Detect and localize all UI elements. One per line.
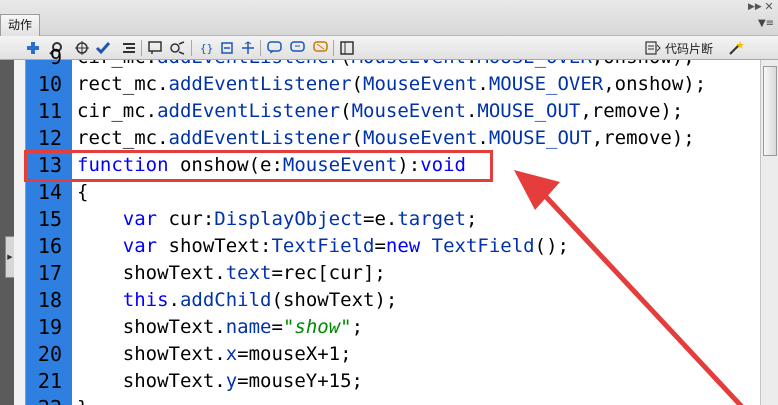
code-line[interactable]: rect_mc.addEventListener(MouseEvent.MOUS… (77, 71, 706, 98)
actions-toolbar: {} 代码片断 (0, 36, 778, 60)
magic-wand-icon[interactable] (727, 39, 745, 57)
panel-title-bar: 动作 ▶▶ ✕ ▼≡ (0, 0, 778, 36)
code-line[interactable]: cir_mc.addEventListener(MouseEvent.MOUSE… (77, 60, 695, 71)
scrollbar-thumb[interactable] (763, 66, 777, 156)
debug-options-icon[interactable] (168, 39, 186, 57)
code-line[interactable]: rect_mc.addEventListener(MouseEvent.MOUS… (77, 125, 695, 152)
apply-block-comment-icon[interactable] (266, 39, 284, 57)
line-number: 15 (37, 207, 62, 231)
line-number: 10 (37, 72, 62, 96)
code-line[interactable]: showText.text=rec[cur]; (77, 260, 386, 287)
collapse-selection-icon[interactable] (218, 39, 236, 57)
line-number: 9 (49, 45, 62, 69)
line-number: 17 (37, 261, 62, 285)
code-line[interactable]: var showText:TextField=new TextField(); (77, 233, 569, 260)
toggle-toolbox-icon[interactable] (338, 39, 356, 57)
code-line[interactable]: } (77, 395, 88, 405)
code-line[interactable]: showText.name="show"; (77, 314, 363, 341)
line-number: 22 (26, 395, 62, 405)
code-line[interactable]: showText.x=mouseX+1; (77, 341, 352, 368)
double-chevron-right-icon[interactable]: ▶▶ (748, 1, 762, 13)
line-number: 18 (37, 288, 62, 312)
toolbox-divider (14, 60, 26, 405)
check-syntax-icon[interactable] (94, 39, 112, 57)
annotation-highlight-box (24, 150, 493, 182)
line-number: 16 (37, 234, 62, 258)
collapse-between-braces-icon[interactable]: {} (197, 39, 215, 57)
code-line[interactable]: var cur:DisplayObject=e.target; (77, 206, 478, 233)
line-number: 12 (37, 126, 62, 150)
svg-text:{}: {} (200, 42, 213, 55)
code-line[interactable]: { (77, 179, 88, 206)
show-code-hint-icon[interactable] (146, 39, 164, 57)
script-editor[interactable]: cir_mc.addEventListener(MouseEvent.MOUSE… (72, 60, 760, 405)
auto-format-icon[interactable] (120, 39, 138, 57)
code-snippets-icon (645, 41, 661, 55)
code-line[interactable]: this.addChild(showText); (77, 287, 398, 314)
panel-menu-icon[interactable]: ▼≡ (756, 17, 776, 31)
apply-line-comment-icon[interactable] (289, 39, 307, 57)
insert-target-path-icon[interactable] (73, 39, 91, 57)
remove-comment-icon[interactable] (312, 39, 330, 57)
panel-left-edge (0, 60, 14, 405)
line-number: 14 (37, 180, 62, 204)
code-line[interactable]: showText.y=mouseY+15; (77, 368, 363, 395)
expand-all-icon[interactable] (239, 39, 257, 57)
code-snippets-button[interactable]: 代码片断 (645, 39, 719, 57)
line-number: 21 (37, 369, 62, 393)
line-number: 20 (37, 342, 62, 366)
vertical-scrollbar[interactable] (760, 60, 778, 405)
close-icon[interactable]: ✕ (763, 1, 775, 13)
tab-actions[interactable]: 动作 (0, 14, 40, 36)
code-snippets-label: 代码片断 (665, 41, 714, 56)
code-line[interactable]: cir_mc.addEventListener(MouseEvent.MOUSE… (77, 98, 683, 125)
line-number: 11 (37, 99, 62, 123)
line-number: 19 (37, 315, 62, 339)
